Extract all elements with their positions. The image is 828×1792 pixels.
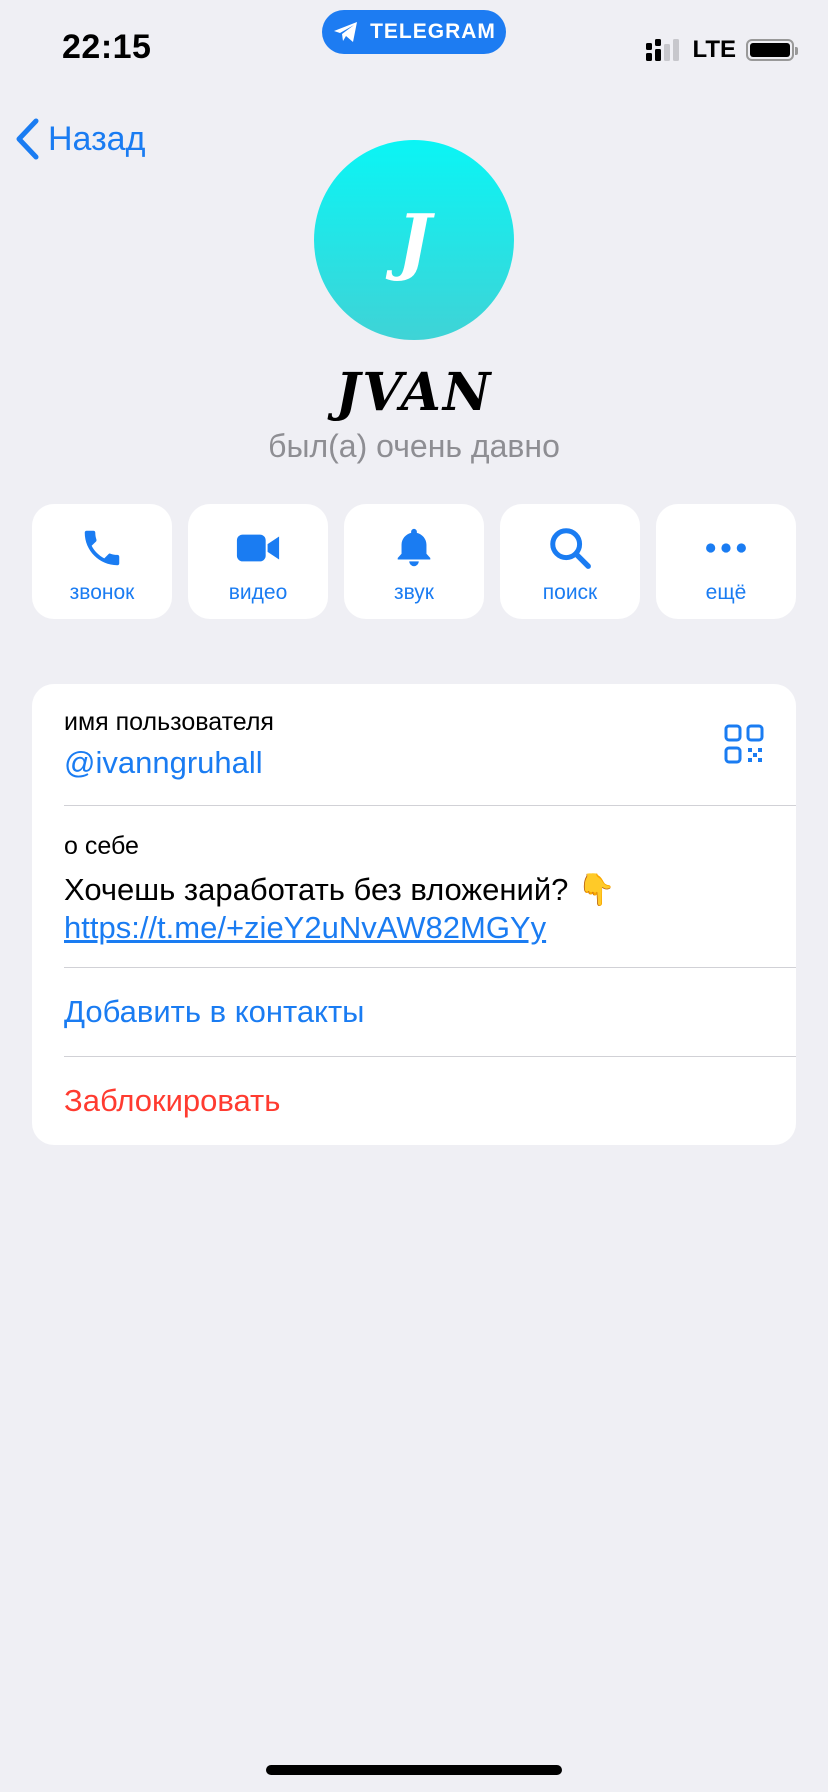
last-seen-status: был(а) очень давно <box>268 428 560 464</box>
battery-icon <box>746 39 798 61</box>
username-row[interactable]: имя пользователя @ivanngruhall <box>32 684 796 805</box>
search-label: поиск <box>542 580 598 604</box>
info-card: имя пользователя @ivanngruhall о себе Хо… <box>32 684 796 1145</box>
call-button[interactable]: звонок <box>32 504 172 619</box>
chevron-left-icon <box>16 118 39 160</box>
call-label: звонок <box>69 580 135 604</box>
block-button[interactable]: Заблокировать <box>32 1057 796 1145</box>
telegram-icon <box>334 22 358 42</box>
username-value[interactable]: @ivanngruhall <box>64 745 764 781</box>
telegram-pill[interactable]: TELEGRAM <box>322 10 506 54</box>
more-label: ещё <box>705 580 747 604</box>
more-button[interactable]: ещё <box>656 504 796 619</box>
about-text: Хочешь заработать без вложений? 👇 <box>64 872 616 907</box>
profile-name: JVAN <box>335 362 493 423</box>
back-button[interactable]: Назад <box>14 118 145 160</box>
about-row: о себе Хочешь заработать без вложений? 👇… <box>32 806 796 967</box>
status-indicators: LTE <box>646 36 798 64</box>
video-icon <box>236 534 280 561</box>
home-indicator[interactable] <box>266 1765 562 1775</box>
phone-icon <box>84 530 120 565</box>
more-icon <box>706 542 746 553</box>
add-contact-button[interactable]: Добавить в контакты <box>32 968 796 1056</box>
signal-icon <box>646 39 680 61</box>
back-label: Назад <box>48 119 146 158</box>
avatar-letter: J <box>396 197 432 283</box>
bell-icon <box>397 528 431 566</box>
status-time: 22:15 <box>62 28 152 66</box>
qr-code-icon[interactable] <box>724 724 764 764</box>
sound-button[interactable]: звук <box>344 504 484 619</box>
video-button[interactable]: видео <box>188 504 328 619</box>
network-type: LTE <box>692 36 736 63</box>
about-link[interactable]: https://t.me/+zieY2uNvAW82MGYy <box>64 909 764 947</box>
sound-label: звук <box>393 580 434 604</box>
username-label: имя пользователя <box>64 708 274 736</box>
search-icon <box>550 527 591 569</box>
action-bar: звонок видео звук поиск ещё <box>32 504 796 619</box>
video-label: видео <box>228 580 288 604</box>
avatar[interactable]: J <box>314 140 514 340</box>
about-label: о себе <box>64 832 139 860</box>
telegram-pill-label: TELEGRAM <box>370 20 496 43</box>
search-button[interactable]: поиск <box>500 504 640 619</box>
